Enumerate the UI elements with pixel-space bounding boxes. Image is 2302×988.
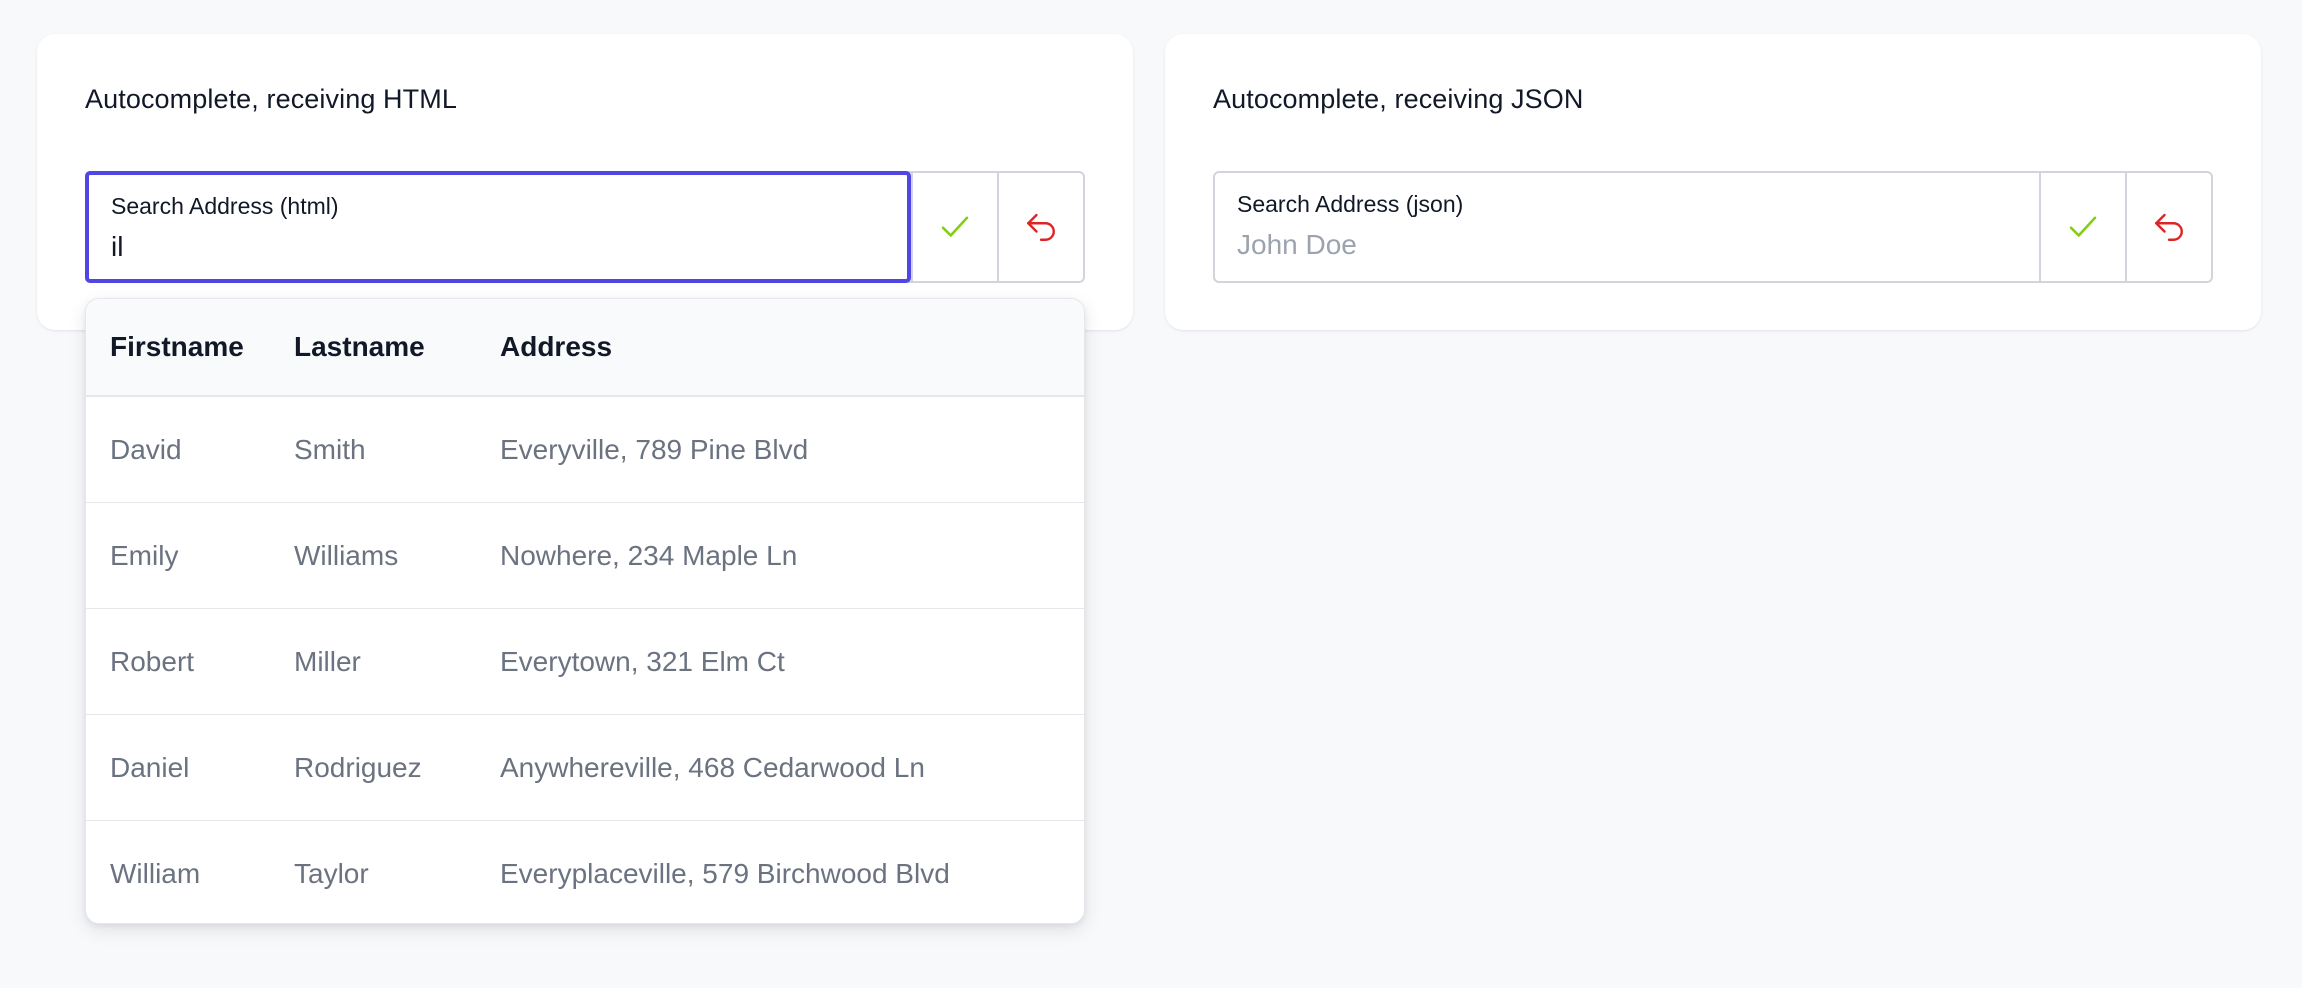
card-title: Autocomplete, receiving JSON xyxy=(1213,84,1584,114)
search-address-html-field[interactable]: Search Address (html) xyxy=(85,171,911,283)
confirm-button[interactable] xyxy=(2039,173,2125,281)
cell-firstname: Emily xyxy=(110,539,179,571)
cell-firstname: Daniel xyxy=(110,751,190,783)
autocomplete-results-dropdown: Firstname Lastname Address David Smith E… xyxy=(85,298,1085,924)
search-address-html-input[interactable] xyxy=(111,229,885,265)
column-header-lastname: Lastname xyxy=(294,331,425,362)
search-address-json-input[interactable] xyxy=(1237,227,2017,263)
undo-icon xyxy=(2155,213,2183,241)
cell-firstname: Robert xyxy=(110,645,195,677)
reset-button[interactable] xyxy=(997,173,1083,281)
cell-firstname: David xyxy=(110,433,182,465)
check-icon xyxy=(941,216,969,237)
confirm-button[interactable] xyxy=(911,173,997,281)
search-address-json-group: Search Address (json) xyxy=(1213,171,2213,283)
result-row[interactable]: Daniel Rodriguez Anywhereville, 468 Ceda… xyxy=(86,715,1084,821)
cell-address: Everyville, 789 Pine Blvd xyxy=(500,433,809,465)
card-title: Autocomplete, receiving HTML xyxy=(85,84,457,114)
search-address-html-group: Search Address (html) xyxy=(85,171,1085,283)
cell-firstname: William xyxy=(110,858,201,889)
check-icon xyxy=(2069,216,2097,237)
page: Autocomplete, receiving HTML Search Addr… xyxy=(0,0,2302,988)
autocomplete-html-card: Autocomplete, receiving HTML Search Addr… xyxy=(37,34,1133,330)
result-row[interactable]: William Taylor Everyplaceville, 579 Birc… xyxy=(86,821,1084,923)
column-header-firstname: Firstname xyxy=(110,331,244,362)
field-label: Search Address (json) xyxy=(1237,191,1464,217)
result-row[interactable]: David Smith Everyville, 789 Pine Blvd xyxy=(86,397,1084,503)
search-address-json-field[interactable]: Search Address (json) xyxy=(1215,173,2039,281)
cell-lastname: Smith xyxy=(294,433,366,465)
cell-lastname: Williams xyxy=(294,539,399,571)
cell-address: Everyplaceville, 579 Birchwood Blvd xyxy=(500,858,950,889)
cell-address: Nowhere, 234 Maple Ln xyxy=(500,539,798,571)
cell-address: Anywhereville, 468 Cedarwood Ln xyxy=(500,751,925,783)
cell-lastname: Taylor xyxy=(294,858,369,889)
results-header: Firstname Lastname Address xyxy=(86,299,1084,397)
reset-button[interactable] xyxy=(2125,173,2211,281)
field-label: Search Address (html) xyxy=(111,193,339,219)
result-row[interactable]: Emily Williams Nowhere, 234 Maple Ln xyxy=(86,503,1084,609)
result-row[interactable]: Robert Miller Everytown, 321 Elm Ct xyxy=(86,609,1084,715)
column-header-address: Address xyxy=(500,331,613,362)
undo-icon xyxy=(1027,213,1055,241)
autocomplete-json-card: Autocomplete, receiving JSON Search Addr… xyxy=(1165,34,2261,330)
cell-address: Everytown, 321 Elm Ct xyxy=(500,645,785,677)
cell-lastname: Rodriguez xyxy=(294,751,422,783)
cell-lastname: Miller xyxy=(294,645,361,677)
